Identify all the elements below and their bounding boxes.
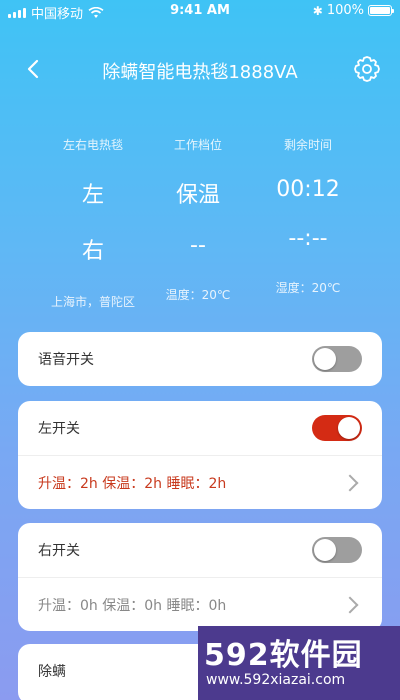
left-schedule-summary: 升温：2h 保温：2h 睡眠：2h xyxy=(38,475,227,492)
nav-bar: 除螨智能电热毯1888VA xyxy=(0,52,400,88)
remaining-right-value: --:-- xyxy=(288,226,328,251)
watermark: 592软件园 www.592xiazai.com xyxy=(198,626,400,700)
toggle-knob xyxy=(338,417,360,439)
humidity-label: 湿度：20℃ xyxy=(275,281,341,295)
battery-icon xyxy=(368,5,394,16)
column-remaining: 剩余时间 00:12 --:-- 湿度：20℃ xyxy=(243,136,373,296)
bluetooth-icon: ✱ xyxy=(312,3,323,18)
chevron-right-icon xyxy=(341,474,359,491)
left-switch-label: 左开关 xyxy=(38,421,80,437)
watermark-url: www.592xiazai.com xyxy=(206,672,346,688)
left-schedule-row[interactable]: 升温：2h 保温：2h 睡眠：2h xyxy=(18,455,382,509)
status-bar: 中国移动 9:41 AM ✱ 100% xyxy=(0,0,400,22)
right-toggle[interactable] xyxy=(312,537,362,563)
remaining-left-value: 00:12 xyxy=(276,177,340,202)
mite-label: 除螨 xyxy=(38,664,66,680)
battery-label: 100% xyxy=(326,3,364,18)
chevron-right-icon xyxy=(341,596,359,613)
toggle-knob xyxy=(314,348,336,370)
left-toggle[interactable] xyxy=(312,415,362,441)
column-header: 剩余时间 xyxy=(283,138,332,152)
voice-toggle[interactable] xyxy=(312,346,362,372)
toggle-knob xyxy=(314,539,336,561)
status-right: ✱ 100% xyxy=(312,3,394,18)
watermark-title: 592软件园 xyxy=(204,638,363,673)
right-switch-row: 右开关 xyxy=(18,523,382,577)
right-schedule-row[interactable]: 升温：0h 保温：0h 睡眠：0h xyxy=(18,577,382,631)
right-schedule-summary: 升温：0h 保温：0h 睡眠：0h xyxy=(38,597,227,614)
left-card: 左开关 升温：2h 保温：2h 睡眠：2h xyxy=(18,401,382,509)
left-switch-row: 左开关 xyxy=(18,401,382,455)
page-title: 除螨智能电热毯1888VA xyxy=(102,62,298,83)
gear-icon[interactable] xyxy=(352,54,382,84)
voice-switch-label: 语音开关 xyxy=(38,352,94,368)
voice-card: 语音开关 xyxy=(18,332,382,386)
right-card: 右开关 升温：0h 保温：0h 睡眠：0h xyxy=(18,523,382,631)
voice-row: 语音开关 xyxy=(18,332,382,386)
right-switch-label: 右开关 xyxy=(38,543,80,559)
